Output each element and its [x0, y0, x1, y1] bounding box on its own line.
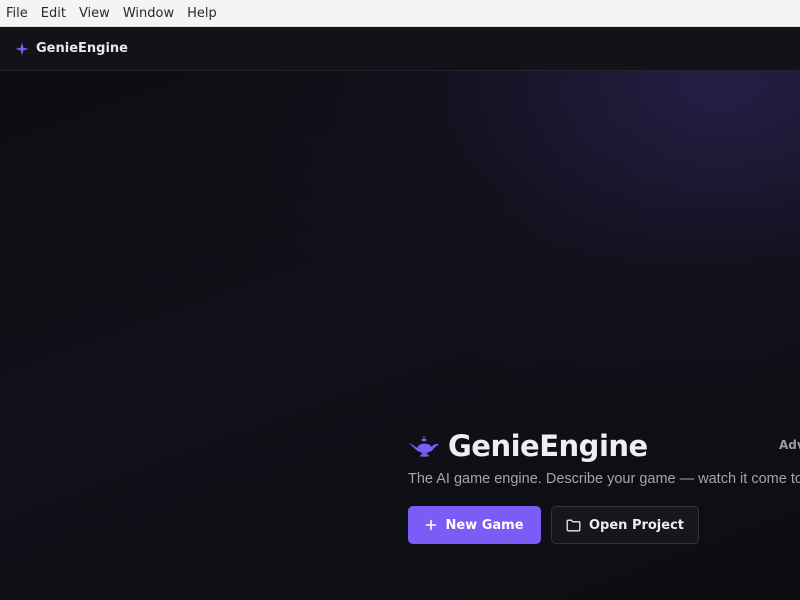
- app-header: GenieEngine: [0, 27, 800, 71]
- hero-header: GenieEngine: [408, 429, 648, 463]
- genie-lamp-icon: [409, 435, 439, 457]
- menu-view[interactable]: View: [79, 0, 110, 27]
- hero-tagline: The AI game engine. Describe your game —…: [408, 471, 800, 487]
- open-project-label: Open Project: [588, 517, 685, 533]
- menu-edit[interactable]: Edit: [41, 0, 66, 27]
- welcome-screen: GenieEngine Adv The AI game engine. Desc…: [0, 71, 800, 600]
- open-project-button[interactable]: Open Project: [551, 506, 699, 544]
- folder-icon: [566, 519, 581, 531]
- hero-title: GenieEngine: [448, 429, 648, 463]
- menu-help[interactable]: Help: [187, 0, 217, 27]
- app-title: GenieEngine: [36, 41, 128, 56]
- new-game-button[interactable]: New Game: [408, 506, 541, 544]
- new-game-label: New Game: [445, 517, 524, 533]
- menu-bar: File Edit View Window Help: [0, 0, 800, 27]
- plus-icon: [426, 519, 437, 531]
- menu-window[interactable]: Window: [123, 0, 174, 27]
- menu-file[interactable]: File: [6, 0, 28, 27]
- advanced-link[interactable]: Adv: [779, 438, 800, 452]
- sparkle-icon: [15, 42, 29, 55]
